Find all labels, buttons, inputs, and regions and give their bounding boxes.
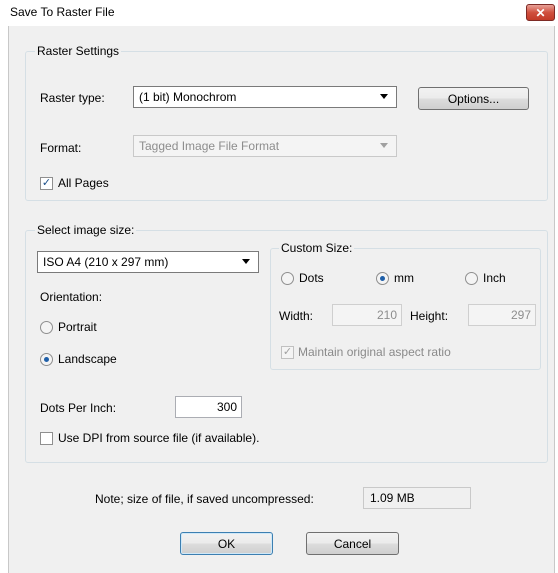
- file-size-value: 1.09 MB: [363, 487, 471, 509]
- maintain-aspect-checkbox[interactable]: ✓: [281, 346, 294, 359]
- chevron-down-icon: [380, 94, 388, 99]
- image-size-legend: Select image size:: [35, 223, 137, 237]
- radio-selected-dot: [44, 357, 49, 362]
- height-label: Height:: [410, 309, 449, 323]
- raster-type-value: (1 bit) Monochrom: [139, 90, 237, 104]
- mm-radio[interactable]: [376, 272, 389, 285]
- ok-button[interactable]: OK: [180, 532, 273, 555]
- cancel-button[interactable]: Cancel: [306, 532, 399, 555]
- chevron-down-icon: [380, 143, 388, 148]
- checkmark-icon: ✓: [282, 346, 293, 358]
- format-dropdown[interactable]: Tagged Image File Format: [133, 135, 397, 157]
- height-input[interactable]: 297: [468, 304, 536, 326]
- inch-radio[interactable]: [465, 272, 478, 285]
- image-size-value: ISO A4 (210 x 297 mm): [43, 255, 169, 269]
- format-value: Tagged Image File Format: [139, 139, 280, 153]
- orientation-label: Orientation:: [40, 290, 103, 304]
- raster-settings-legend: Raster Settings: [35, 44, 122, 58]
- chevron-down-icon: [242, 259, 250, 264]
- maintain-aspect-label: Maintain original aspect ratio: [298, 345, 451, 359]
- raster-type-dropdown[interactable]: (1 bit) Monochrom: [133, 86, 397, 108]
- file-size-note-label: Note; size of file, if saved uncompresse…: [95, 492, 314, 506]
- options-button[interactable]: Options...: [418, 87, 529, 110]
- dpi-input[interactable]: 300: [175, 396, 242, 418]
- portrait-label: Portrait: [58, 320, 97, 334]
- landscape-radio[interactable]: [40, 353, 53, 366]
- width-input[interactable]: 210: [332, 304, 402, 326]
- close-icon: ✕: [535, 5, 546, 20]
- all-pages-checkbox[interactable]: ✓: [40, 177, 53, 190]
- raster-type-label: Raster type:: [40, 91, 105, 105]
- inch-label: Inch: [483, 271, 506, 285]
- image-size-dropdown[interactable]: ISO A4 (210 x 297 mm): [37, 251, 259, 273]
- width-label: Width:: [279, 309, 314, 323]
- use-dpi-label: Use DPI from source file (if available).: [58, 431, 260, 445]
- landscape-label: Landscape: [58, 352, 117, 366]
- portrait-radio[interactable]: [40, 321, 53, 334]
- radio-selected-dot: [380, 276, 385, 281]
- dots-label: Dots: [299, 271, 324, 285]
- checkmark-icon: ✓: [41, 177, 52, 189]
- all-pages-label: All Pages: [58, 176, 109, 190]
- window-title: Save To Raster File: [10, 5, 115, 19]
- custom-size-legend: Custom Size:: [279, 241, 355, 255]
- dots-radio[interactable]: [281, 272, 294, 285]
- mm-label: mm: [394, 271, 414, 285]
- use-dpi-checkbox[interactable]: [40, 432, 53, 445]
- format-label: Format:: [40, 141, 82, 155]
- dpi-label: Dots Per Inch:: [40, 401, 117, 415]
- close-button[interactable]: ✕: [526, 4, 555, 21]
